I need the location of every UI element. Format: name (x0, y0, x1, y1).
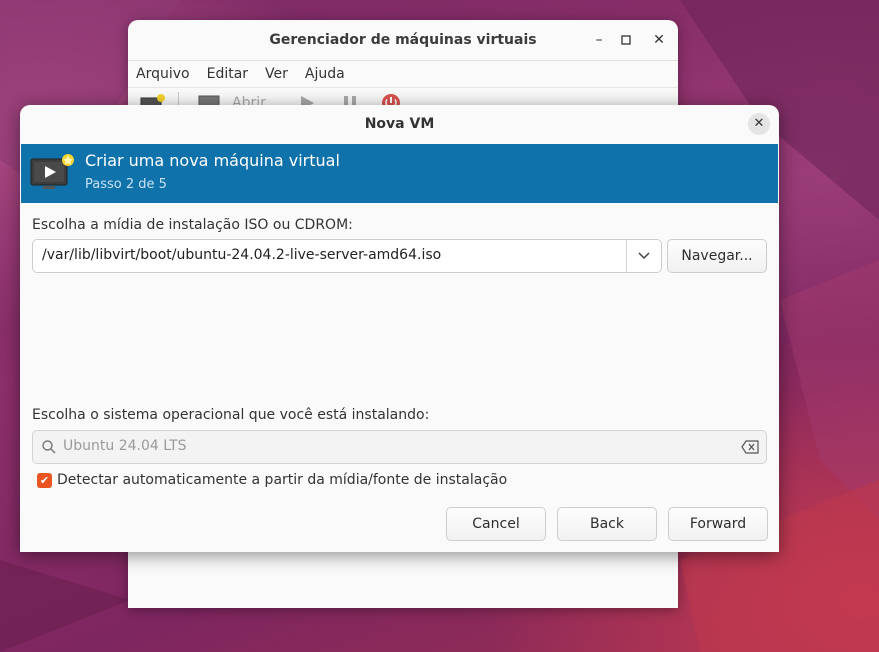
dialog-titlebar: Nova VM ✕ (20, 105, 779, 143)
menu-arquivo[interactable]: Arquivo (136, 66, 190, 82)
cancel-button[interactable]: Cancel (446, 507, 546, 541)
minimize-icon[interactable]: – (590, 31, 608, 49)
main-window-title: Gerenciador de máquinas virtuais (269, 32, 537, 48)
wizard-title: Criar uma nova máquina virtual (85, 151, 340, 170)
new-vm-monitor-icon (30, 154, 74, 189)
dialog-close-icon[interactable]: ✕ (748, 113, 770, 135)
media-label: Escolha a mídia de instalação ISO ou CDR… (32, 217, 353, 233)
wizard-step: Passo 2 de 5 (85, 177, 167, 192)
os-search-value[interactable]: Ubuntu 24.04 LTS (63, 438, 187, 454)
autodetect-label[interactable]: Detectar automaticamente a partir da míd… (57, 472, 507, 488)
wizard-banner: Criar uma nova máquina virtual Passo 2 d… (21, 144, 778, 203)
search-icon (42, 440, 56, 454)
menu-ver[interactable]: Ver (265, 66, 288, 82)
browse-button[interactable]: Navegar... (667, 239, 767, 273)
iso-path-value[interactable]: /var/lib/libvirt/boot/ubuntu-24.04.2-liv… (42, 247, 441, 263)
menu-editar[interactable]: Editar (207, 66, 248, 82)
close-icon[interactable]: ✕ (650, 31, 668, 49)
main-titlebar: Gerenciador de máquinas virtuais – ✕ (128, 20, 678, 61)
chevron-down-icon[interactable] (627, 240, 661, 272)
os-search-input[interactable]: Ubuntu 24.04 LTS (32, 430, 767, 464)
maximize-icon[interactable] (617, 31, 635, 49)
os-label: Escolha o sistema operacional que você e… (32, 407, 430, 423)
forward-button[interactable]: Forward (668, 507, 768, 541)
new-vm-dialog: Nova VM ✕ Criar uma nova máquina virtual… (20, 105, 779, 552)
autodetect-checkbox[interactable]: ✔ (37, 473, 52, 488)
menu-ajuda[interactable]: Ajuda (305, 66, 345, 82)
back-button[interactable]: Back (557, 507, 657, 541)
clear-text-icon[interactable] (741, 440, 759, 454)
menubar: Arquivo Editar Ver Ajuda (128, 61, 678, 88)
iso-path-combo[interactable]: /var/lib/libvirt/boot/ubuntu-24.04.2-liv… (32, 239, 662, 273)
dialog-title: Nova VM (364, 116, 435, 132)
